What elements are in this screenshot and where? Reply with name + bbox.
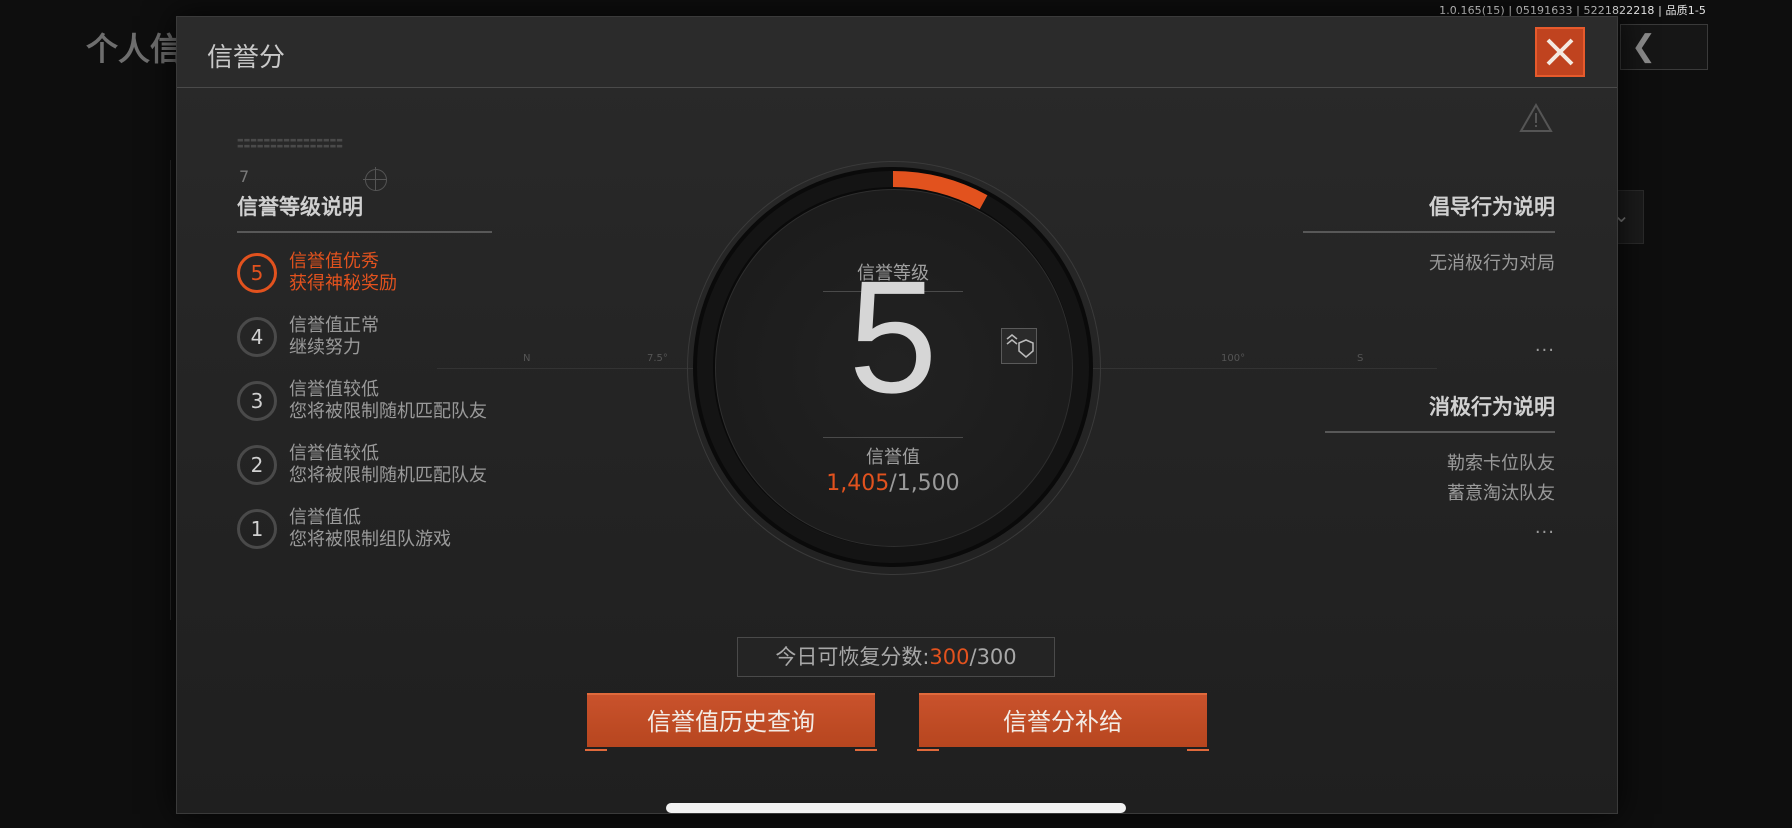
level-subtitle: 您将被限制随机匹配队友 <box>289 401 487 422</box>
divider <box>823 437 963 438</box>
positive-item: 无消极行为对局 <box>1429 253 1555 274</box>
decorative-number: 7 <box>239 167 250 186</box>
credit-score: 1,405/1,500 <box>693 471 1093 496</box>
history-query-button[interactable]: 信誉值历史查询 <box>585 693 877 751</box>
decorative-text: ▬▬▬▬▬▬▬▬▬▬▬▬▬▬▬▬ ▬▬▬▬▬▬▬▬▬▬▬▬▬▬▬▬ <box>237 136 343 150</box>
divider <box>1303 231 1555 233</box>
negative-more[interactable]: ... <box>1535 517 1555 538</box>
gauge-score-label: 信誉值 <box>866 447 920 468</box>
warning-icon <box>1519 103 1553 132</box>
recoverable-score: 今日可恢复分数:300/300 <box>737 637 1055 677</box>
rank-badge-icon[interactable] <box>1001 328 1037 364</box>
level-title: 信誉值优秀 <box>289 251 379 272</box>
close-button[interactable] <box>1535 27 1585 77</box>
credit-score-modal: 信誉分 ▬▬▬▬▬▬▬▬▬▬▬▬▬▬▬▬ ▬▬▬▬▬▬▬▬▬▬▬▬▬▬▬▬ 7 N… <box>176 16 1618 814</box>
compass-tick: 7.5° <box>647 353 668 364</box>
close-icon <box>1546 38 1574 66</box>
level-badge: 5 <box>237 253 277 293</box>
level-title: 信誉值较低 <box>289 443 379 464</box>
level-description: 信誉值优秀 获得神秘奖励 <box>289 251 397 295</box>
level-item-2: 2 信誉值较低 您将被限制随机匹配队友 <box>237 443 567 495</box>
background-page-title: 个人信 <box>86 30 183 68</box>
score-max: /1,500 <box>889 471 960 496</box>
home-indicator[interactable] <box>666 803 1126 813</box>
level-item-4: 4 信誉值正常 继续努力 <box>237 315 567 367</box>
level-badge: 2 <box>237 445 277 485</box>
level-subtitle: 您将被限制随机匹配队友 <box>289 465 487 486</box>
level-description: 信誉值较低 您将被限制随机匹配队友 <box>289 379 487 423</box>
level-subtitle: 继续努力 <box>289 337 361 358</box>
level-subtitle: 获得神秘奖励 <box>289 273 397 294</box>
level-title: 信誉值较低 <box>289 379 379 400</box>
level-description: 信誉值正常 继续努力 <box>289 315 379 359</box>
level-title: 信誉值低 <box>289 507 361 528</box>
credit-gauge: 信誉等级 5 信誉值 1,405/1,500 <box>687 161 1101 575</box>
divider <box>237 231 492 233</box>
level-title: 信誉值正常 <box>289 315 379 336</box>
modal-header: 信誉分 <box>177 17 1617 88</box>
negative-section-title: 消极行为说明 <box>1429 395 1555 419</box>
level-item-5: 5 信誉值优秀 获得神秘奖励 <box>237 251 567 303</box>
crosshair-icon <box>363 167 387 191</box>
negative-item: 勒索卡位队友 <box>1447 453 1555 474</box>
back-chevron-icon: ❮ <box>1631 29 1657 64</box>
divider <box>1325 431 1555 433</box>
level-item-1: 1 信誉值低 您将被限制组队游戏 <box>237 507 567 559</box>
chevron-shield-icon <box>1006 334 1034 358</box>
score-supply-button[interactable]: 信誉分补给 <box>917 693 1209 751</box>
level-item-3: 3 信誉值较低 您将被限制随机匹配队友 <box>237 379 567 431</box>
recover-label: 今日可恢复分数: <box>775 645 930 669</box>
positive-section-title: 倡导行为说明 <box>1429 195 1555 219</box>
modal-title: 信誉分 <box>207 43 286 73</box>
background-back-button: ❮ <box>1620 24 1708 70</box>
negative-item: 蓄意淘汰队友 <box>1447 483 1555 504</box>
positive-more[interactable]: ... <box>1535 335 1555 356</box>
compass-tick: 100° <box>1221 353 1246 364</box>
level-badge: 1 <box>237 509 277 549</box>
compass-tick: S <box>1357 353 1364 364</box>
level-badge: 3 <box>237 381 277 421</box>
level-badge: 4 <box>237 317 277 357</box>
level-description: 信誉值低 您将被限制组队游戏 <box>289 507 451 551</box>
recover-max: /300 <box>969 645 1017 669</box>
recover-current: 300 <box>929 645 970 669</box>
score-current: 1,405 <box>826 471 890 496</box>
level-subtitle: 您将被限制组队游戏 <box>289 529 451 550</box>
levels-section-title: 信誉等级说明 <box>237 195 363 219</box>
level-description: 信誉值较低 您将被限制随机匹配队友 <box>289 443 487 487</box>
